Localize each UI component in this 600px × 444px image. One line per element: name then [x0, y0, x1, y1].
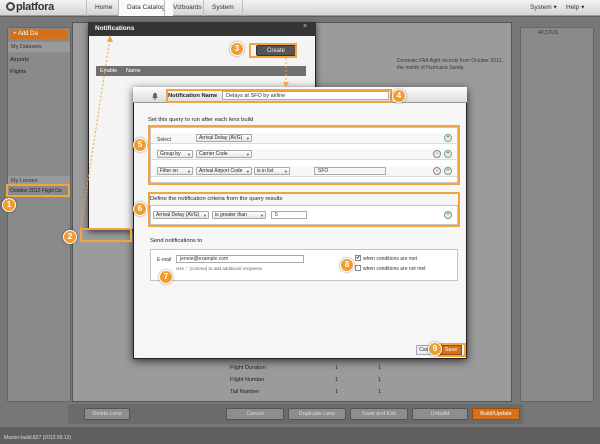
callout-badge-9: 9	[428, 342, 442, 356]
callout-arrows	[79, 35, 289, 233]
callout-badge-2: 2	[63, 230, 77, 244]
callout-badge-8: 8	[340, 258, 354, 272]
callout-badge-5: 5	[133, 138, 147, 152]
callout-badge-3: 3	[230, 42, 244, 56]
callout-badge-1: 1	[2, 198, 16, 212]
callout-badge-7: 7	[159, 270, 173, 284]
callout-badge-6: 6	[133, 202, 147, 216]
callout-badge-4: 4	[392, 89, 406, 103]
